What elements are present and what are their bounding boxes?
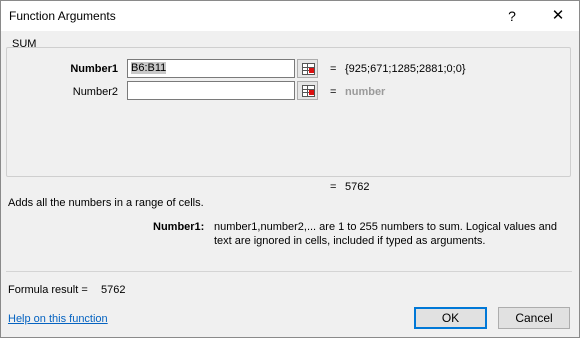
number1-input-value: B6:B11 <box>131 62 167 74</box>
divider <box>6 271 572 272</box>
arg-help-line2: text are ignored in cells, included if t… <box>214 235 486 247</box>
help-icon[interactable]: ? <box>501 5 523 27</box>
number2-label: Number2 <box>72 86 118 98</box>
arg-help-label: Number1: <box>153 221 205 233</box>
number2-range-select-icon[interactable] <box>297 81 318 100</box>
number2-equals: = <box>330 86 337 98</box>
number1-input[interactable]: B6:B11 <box>127 59 295 78</box>
number2-input[interactable] <box>127 81 295 100</box>
close-icon[interactable]: ✕ <box>547 5 569 27</box>
formula-result-label: Formula result = <box>8 284 88 296</box>
number1-result: {925;671;1285;2881;0;0} <box>345 63 466 75</box>
arg-help-line1: number1,number2,... are 1 to 255 numbers… <box>214 221 558 233</box>
number2-result: number <box>345 86 386 98</box>
formula-result-value: 5762 <box>101 284 126 296</box>
total-equals: = <box>330 181 337 193</box>
ok-button[interactable]: OK <box>414 307 487 329</box>
dialog-title: Function Arguments <box>9 9 116 23</box>
range-arrow-icon <box>309 90 314 95</box>
number1-label: Number1 <box>70 63 118 75</box>
help-on-function-link[interactable]: Help on this function <box>8 313 108 325</box>
number1-range-select-icon[interactable] <box>297 59 318 78</box>
range-arrow-icon <box>309 68 314 73</box>
function-description: Adds all the numbers in a range of cells… <box>8 197 204 209</box>
title-bar: Function Arguments ? ✕ <box>1 1 579 31</box>
cancel-button[interactable]: Cancel <box>498 307 570 329</box>
total-result: 5762 <box>345 181 370 193</box>
number1-equals: = <box>330 63 337 75</box>
